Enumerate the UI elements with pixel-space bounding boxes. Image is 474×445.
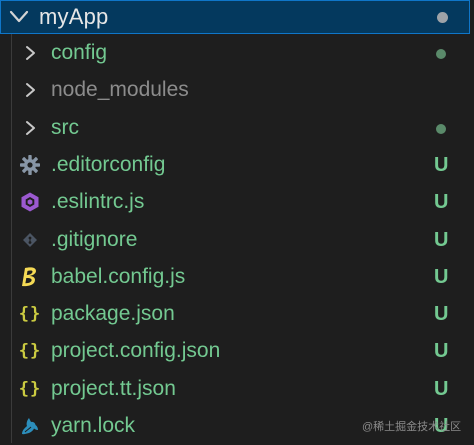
json-braces-icon: {}	[18, 304, 42, 325]
file-item-eslintrc-js[interactable]: .eslintrc.js U	[0, 184, 474, 221]
file-item-babel-config-js[interactable]: babel.config.js U	[0, 259, 474, 296]
explorer-root-folder[interactable]: myApp	[0, 0, 470, 34]
file-item-gitignore[interactable]: .gitignore U	[0, 222, 474, 259]
item-label: babel.config.js	[51, 264, 186, 288]
item-label: src	[51, 115, 79, 139]
file-item-project-tt-json[interactable]: {} project.tt.json U	[0, 371, 474, 408]
item-label: node_modules	[51, 78, 189, 102]
chevron-right-icon[interactable]	[23, 119, 37, 137]
git-status-badge: U	[434, 153, 449, 176]
watermark: @稀土掘金技术社区	[362, 421, 462, 433]
modified-dot	[436, 123, 446, 134]
folder-item-config[interactable]: config	[0, 35, 474, 72]
modified-dot	[436, 49, 446, 59]
root-folder-label: myApp	[39, 4, 109, 29]
item-label: project.tt.json	[51, 376, 176, 400]
json-braces-icon: {}	[18, 341, 42, 362]
folder-item-node-modules[interactable]: node_modules	[0, 72, 474, 109]
git-status-badge: U	[434, 265, 449, 288]
modified-dot	[437, 12, 448, 23]
gear-icon	[18, 153, 42, 177]
chevron-right-icon[interactable]	[23, 81, 37, 99]
yarn-icon	[18, 414, 42, 438]
item-label: config	[51, 41, 108, 64]
file-item-package-json[interactable]: {} package.json U	[0, 296, 474, 333]
file-item-project-config-json[interactable]: {} project.config.json U	[0, 333, 474, 370]
git-icon	[18, 228, 42, 252]
file-explorer-panel: myApp config node_modulessrc .editorconfig…	[0, 0, 474, 443]
chevron-right-icon[interactable]	[23, 44, 37, 62]
item-label: project.config.json	[51, 339, 221, 363]
git-status-badge: U	[434, 191, 449, 214]
item-label: .eslintrc.js	[51, 190, 145, 214]
git-status-badge: U	[434, 377, 449, 400]
file-item-editorconfig[interactable]: .editorconfig U	[0, 147, 474, 184]
item-label: .editorconfig	[51, 152, 166, 176]
babel-icon	[18, 265, 42, 289]
item-label: .gitignore	[51, 227, 138, 251]
json-braces-icon: {}	[18, 378, 42, 399]
item-label: package.json	[51, 302, 175, 326]
folder-item-src[interactable]: src	[0, 110, 474, 147]
eslint-hexagon-icon	[18, 190, 42, 214]
item-label: yarn.lock	[51, 414, 136, 437]
git-status-badge: U	[434, 228, 449, 251]
git-status-badge: U	[434, 340, 449, 363]
git-status-badge: U	[434, 303, 449, 326]
chevron-down-icon[interactable]	[8, 8, 30, 26]
